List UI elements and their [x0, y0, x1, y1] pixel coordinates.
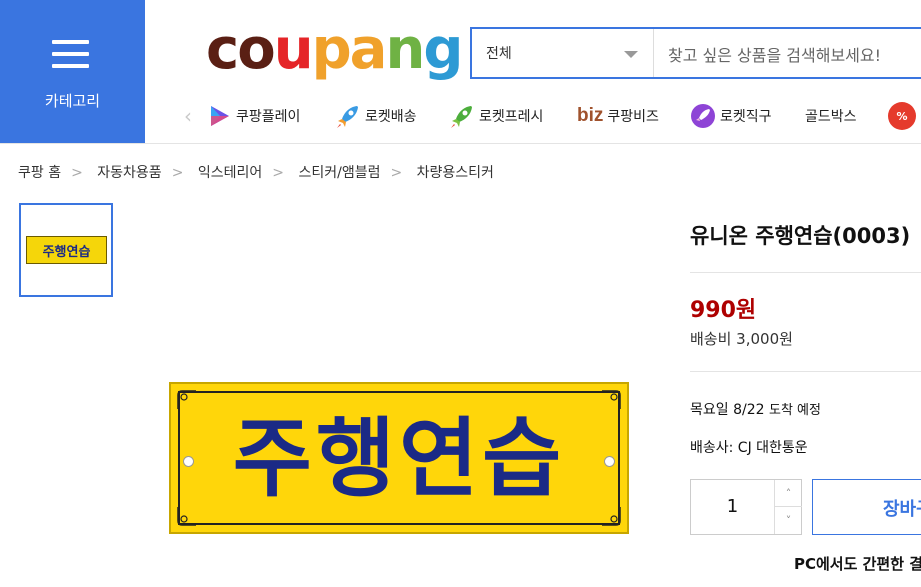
divider	[690, 272, 921, 273]
sign-text: 주행연습	[232, 409, 566, 509]
thumbnail-sign: 주행연습	[26, 236, 107, 264]
nav-item-goldbox[interactable]: 골드박스	[805, 103, 857, 129]
pc-payment-note: PC에서도 간편한 결제	[794, 555, 921, 573]
logo-letter: p	[311, 17, 352, 82]
logo-letter: u	[273, 17, 314, 82]
nav-item-label: 골드박스	[805, 109, 857, 125]
quantity-input[interactable]: 1	[691, 480, 775, 534]
product-price: 990원	[690, 298, 757, 323]
arrival-date: 목요일 8/22	[690, 402, 765, 418]
breadcrumb-item[interactable]: 쿠팡 홈	[18, 165, 61, 181]
shipping-fee: 배송비 3,000원	[690, 330, 793, 348]
arrival-suffix: 도착 예정	[768, 403, 821, 418]
product-title: 유니온 주행연습(0003)	[690, 224, 911, 248]
search-bar: 전체 찾고 싶은 상품을 검색해보세요!	[470, 27, 921, 79]
logo-letter: o	[237, 17, 276, 82]
chevron-right-icon: >	[171, 165, 184, 181]
chevron-right-icon: >	[71, 165, 83, 181]
breadcrumb-item[interactable]: 익스테리어	[198, 165, 262, 181]
product-main-image: 주행연습	[169, 382, 629, 534]
nav-item-rocket-delivery[interactable]: 로켓배송	[335, 103, 417, 129]
logo-letter: n	[385, 17, 425, 82]
breadcrumb: 쿠팡 홈 > 자동차용품 > 익스테리어 > 스티커/앰블럼 > 차량용스티커	[18, 162, 494, 182]
search-category-value: 전체	[486, 46, 512, 62]
search-input[interactable]: 찾고 싶은 상품을 검색해보세요!	[668, 42, 881, 66]
quantity-stepper: 1 ˄ ˅	[690, 479, 802, 535]
nav-item-label: 로켓직구	[720, 109, 772, 125]
nav-item-label: 쿠팡플레이	[236, 109, 301, 125]
rocket-fresh-icon	[449, 103, 475, 129]
category-label: 카테고리	[44, 92, 101, 110]
category-menu-button[interactable]: 카테고리	[0, 0, 145, 143]
logo-letter: a	[349, 17, 388, 82]
nav-item-discount[interactable]: %	[888, 102, 916, 130]
nav-item-coupang-play[interactable]: 쿠팡플레이	[206, 103, 300, 129]
divider	[690, 371, 921, 372]
breadcrumb-item[interactable]: 스티커/앰블럼	[298, 165, 380, 181]
nav-item-label: 쿠팡비즈	[607, 109, 659, 125]
hamburger-icon	[52, 40, 89, 68]
play-icon	[206, 103, 232, 129]
biz-icon: biz	[577, 105, 604, 126]
arrival-info: 목요일 8/22 도착 예정	[690, 399, 821, 419]
breadcrumb-item[interactable]: 자동차용품	[97, 165, 161, 181]
category-nav: ‹ 쿠팡플레이 로켓배송 로켓프레시 biz 쿠팡비즈 로켓직구 골드박스 %	[180, 98, 921, 134]
chevron-down-icon[interactable]: ˅	[775, 507, 802, 534]
chevron-right-icon: >	[390, 165, 403, 181]
logo-letter: c	[206, 17, 239, 82]
nav-item-label: 로켓배송	[365, 109, 417, 125]
product-thumbnail[interactable]: 주행연습	[19, 203, 113, 297]
nav-item-rocket-fresh[interactable]: 로켓프레시	[449, 103, 543, 129]
rocket-icon	[335, 103, 361, 129]
nav-item-rocket-global[interactable]: 로켓직구	[690, 103, 772, 129]
nav-item-coupang-biz[interactable]: biz 쿠팡비즈	[577, 103, 659, 129]
carrier-info: 배송사: CJ 대한통운	[690, 440, 808, 456]
nav-prev-icon[interactable]: ‹	[184, 104, 192, 128]
nav-item-label: 로켓프레시	[479, 109, 544, 125]
add-to-cart-button[interactable]: 장바구니	[812, 479, 921, 535]
breadcrumb-item[interactable]: 차량용스티커	[417, 165, 494, 181]
header-divider	[0, 143, 921, 144]
rocket-global-icon	[690, 103, 716, 129]
discount-icon: %	[888, 102, 916, 130]
chevron-right-icon: >	[272, 165, 285, 181]
coupang-logo[interactable]: coupang	[206, 14, 463, 86]
logo-letter: g	[423, 17, 463, 82]
chevron-down-icon[interactable]	[624, 51, 638, 58]
chevron-up-icon[interactable]: ˄	[775, 480, 802, 507]
